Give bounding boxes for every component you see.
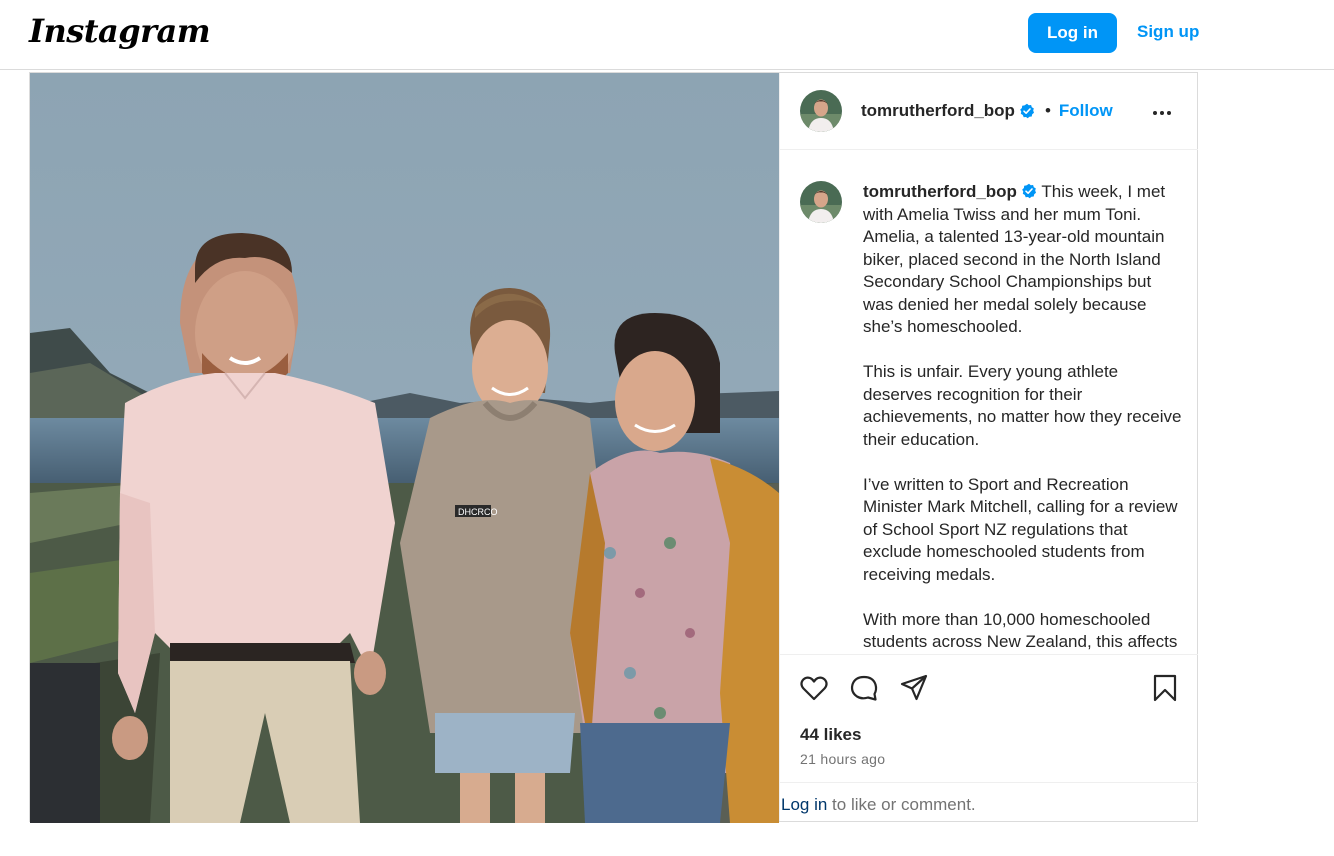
caption-paragraph: With more than 10,000 homeschooled stude… bbox=[863, 609, 1178, 652]
caption-paragraph: I’ve written to Sport and Recreation Min… bbox=[863, 474, 1178, 584]
verified-badge-icon bbox=[1020, 103, 1034, 119]
caption-username[interactable]: tomrutherford_bop bbox=[863, 182, 1017, 201]
login-button[interactable]: Log in bbox=[1028, 13, 1117, 53]
username-link[interactable]: tomrutherford_bop bbox=[861, 101, 1015, 121]
caption-paragraph: This is unfair. Every young athlete dese… bbox=[863, 362, 1182, 449]
separator-dot: • bbox=[1044, 101, 1051, 120]
signup-link[interactable]: Sign up bbox=[1137, 22, 1199, 42]
login-to-comment-text: Log in to like or comment. bbox=[781, 795, 976, 815]
post-actions: 44 likes 21 hours ago bbox=[780, 654, 1198, 782]
post-card: DHCRCO tomrutherford_bop • Follow tomrut… bbox=[29, 72, 1198, 823]
caption-section: tomrutherford_bop This week, I met with … bbox=[780, 151, 1198, 654]
more-options-icon[interactable] bbox=[1150, 101, 1174, 125]
comment-icon[interactable] bbox=[849, 673, 879, 703]
caption-paragraph: This week, I met with Amelia Twiss and h… bbox=[863, 182, 1166, 336]
verified-badge-icon bbox=[1022, 183, 1036, 199]
avatar[interactable] bbox=[800, 90, 842, 132]
post-header: tomrutherford_bop • Follow bbox=[780, 73, 1198, 150]
comment-bar: Log in to like or comment. bbox=[780, 782, 1198, 822]
likes-count[interactable]: 44 likes bbox=[800, 725, 861, 745]
post-photo[interactable]: DHCRCO bbox=[30, 73, 779, 823]
instagram-logo[interactable]: Instagram bbox=[29, 12, 211, 50]
login-link[interactable]: Log in bbox=[781, 795, 827, 814]
post-sidebar: tomrutherford_bop • Follow tomrutherford… bbox=[779, 73, 1198, 822]
post-caption: tomrutherford_bop This week, I met with … bbox=[863, 181, 1183, 654]
comment-prompt-text: to like or comment. bbox=[827, 795, 976, 814]
post-timestamp[interactable]: 21 hours ago bbox=[800, 751, 885, 767]
follow-button[interactable]: Follow bbox=[1059, 101, 1113, 121]
hoodie-brand-text: DHCRCO bbox=[458, 507, 498, 517]
caption-avatar[interactable] bbox=[800, 181, 842, 223]
bookmark-icon[interactable] bbox=[1150, 673, 1180, 703]
post-author: tomrutherford_bop • Follow bbox=[861, 101, 1113, 121]
share-icon[interactable] bbox=[899, 673, 929, 703]
top-bar: Instagram Log in Sign up bbox=[0, 0, 1334, 70]
heart-icon[interactable] bbox=[799, 673, 829, 703]
